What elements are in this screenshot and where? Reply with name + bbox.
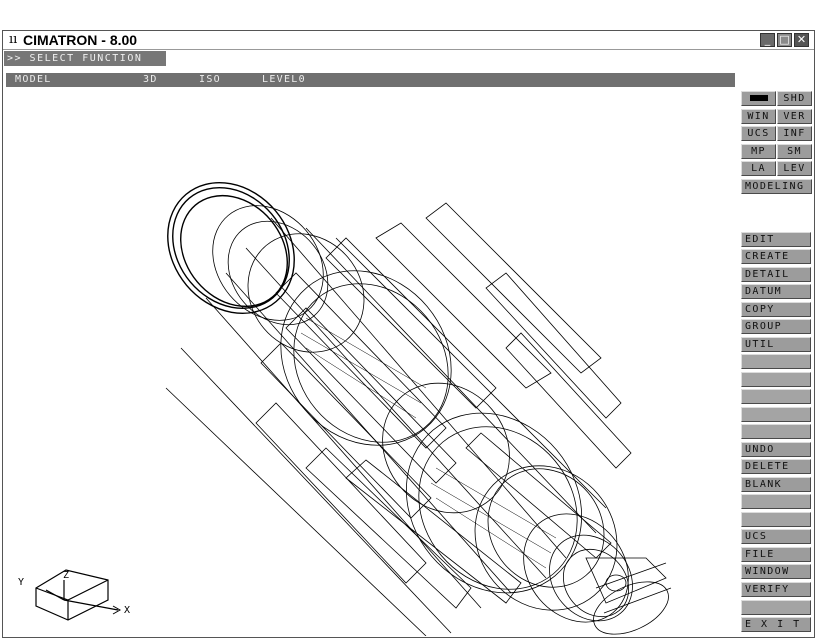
- menu-create[interactable]: CREATE: [741, 249, 811, 264]
- status-view: ISO: [199, 74, 221, 85]
- menu-edit[interactable]: EDIT: [741, 232, 811, 247]
- wireframe-model: X Y Z: [18, 181, 672, 637]
- status-level: LEVEL0: [262, 74, 306, 85]
- window-title: CIMATRON - 8.00: [23, 32, 138, 48]
- lev-button[interactable]: LEV: [777, 161, 812, 176]
- mp-button[interactable]: MP: [741, 144, 776, 159]
- ucs-top-button[interactable]: UCS: [741, 126, 776, 141]
- modeling-label[interactable]: MODELING: [741, 179, 812, 194]
- disc-hatching: [300, 317, 557, 569]
- menu-ucs[interactable]: UCS: [741, 529, 811, 544]
- shd-button[interactable]: SHD: [777, 91, 812, 106]
- ver-button[interactable]: VER: [777, 109, 812, 124]
- menu-datum[interactable]: DATUM: [741, 284, 811, 299]
- maximize-icon[interactable]: □: [777, 33, 792, 47]
- color-swatch-icon: [749, 95, 768, 101]
- menu-verify[interactable]: VERIFY: [741, 582, 811, 597]
- menu-util[interactable]: UTIL: [741, 337, 811, 352]
- close-icon[interactable]: ✕: [794, 33, 809, 47]
- screen-top-margin: [0, 0, 817, 30]
- inf-button[interactable]: INF: [777, 126, 812, 141]
- title-bar: ıı CIMATRON - 8.00 _ □ ✕: [3, 31, 814, 50]
- menu-empty-slot: [741, 600, 811, 615]
- command-prompt: >> SELECT FUNCTION: [4, 51, 166, 66]
- menu-copy[interactable]: COPY: [741, 302, 811, 317]
- la-button[interactable]: LA: [741, 161, 776, 176]
- app-icon: ıı: [9, 32, 18, 47]
- menu-detail[interactable]: DETAIL: [741, 267, 811, 282]
- menu-empty-slot: [741, 389, 811, 404]
- menu-empty-slot: [741, 494, 811, 509]
- menu-file[interactable]: FILE: [741, 547, 811, 562]
- menu-delete[interactable]: DELETE: [741, 459, 811, 474]
- axis-y-label: Y: [18, 577, 24, 588]
- sm-button[interactable]: SM: [777, 144, 812, 159]
- win-button[interactable]: WIN: [741, 109, 776, 124]
- gear-shaft-body: [165, 217, 607, 637]
- menu-empty-slot: [741, 354, 811, 369]
- cimatron-window: ıı CIMATRON - 8.00 _ □ ✕ >> SELECT FUNCT…: [2, 30, 815, 638]
- color-swatch-button[interactable]: [741, 91, 776, 106]
- menu-empty-slot: [741, 512, 811, 527]
- axis-x-label: X: [124, 605, 130, 616]
- axis-z-label: Z: [63, 570, 69, 581]
- graphics-viewport[interactable]: X Y Z: [6, 88, 736, 637]
- exit-button[interactable]: E X I T: [741, 617, 811, 632]
- collar-rings: [212, 205, 633, 623]
- status-mode: MODEL: [15, 74, 52, 85]
- menu-undo[interactable]: UNDO: [741, 442, 811, 457]
- menu-blank[interactable]: BLANK: [741, 477, 811, 492]
- menu-empty-slot: [741, 372, 811, 387]
- status-dimension: 3D: [143, 74, 158, 85]
- menu-window[interactable]: WINDOW: [741, 564, 811, 579]
- axis-triad: [35, 569, 122, 621]
- status-bar: MODEL 3D ISO LEVEL0: [6, 73, 735, 87]
- minimize-icon[interactable]: _: [760, 33, 775, 47]
- menu-empty-slot: [741, 424, 811, 439]
- menu-group[interactable]: GROUP: [741, 319, 811, 334]
- menu-empty-slot: [741, 407, 811, 422]
